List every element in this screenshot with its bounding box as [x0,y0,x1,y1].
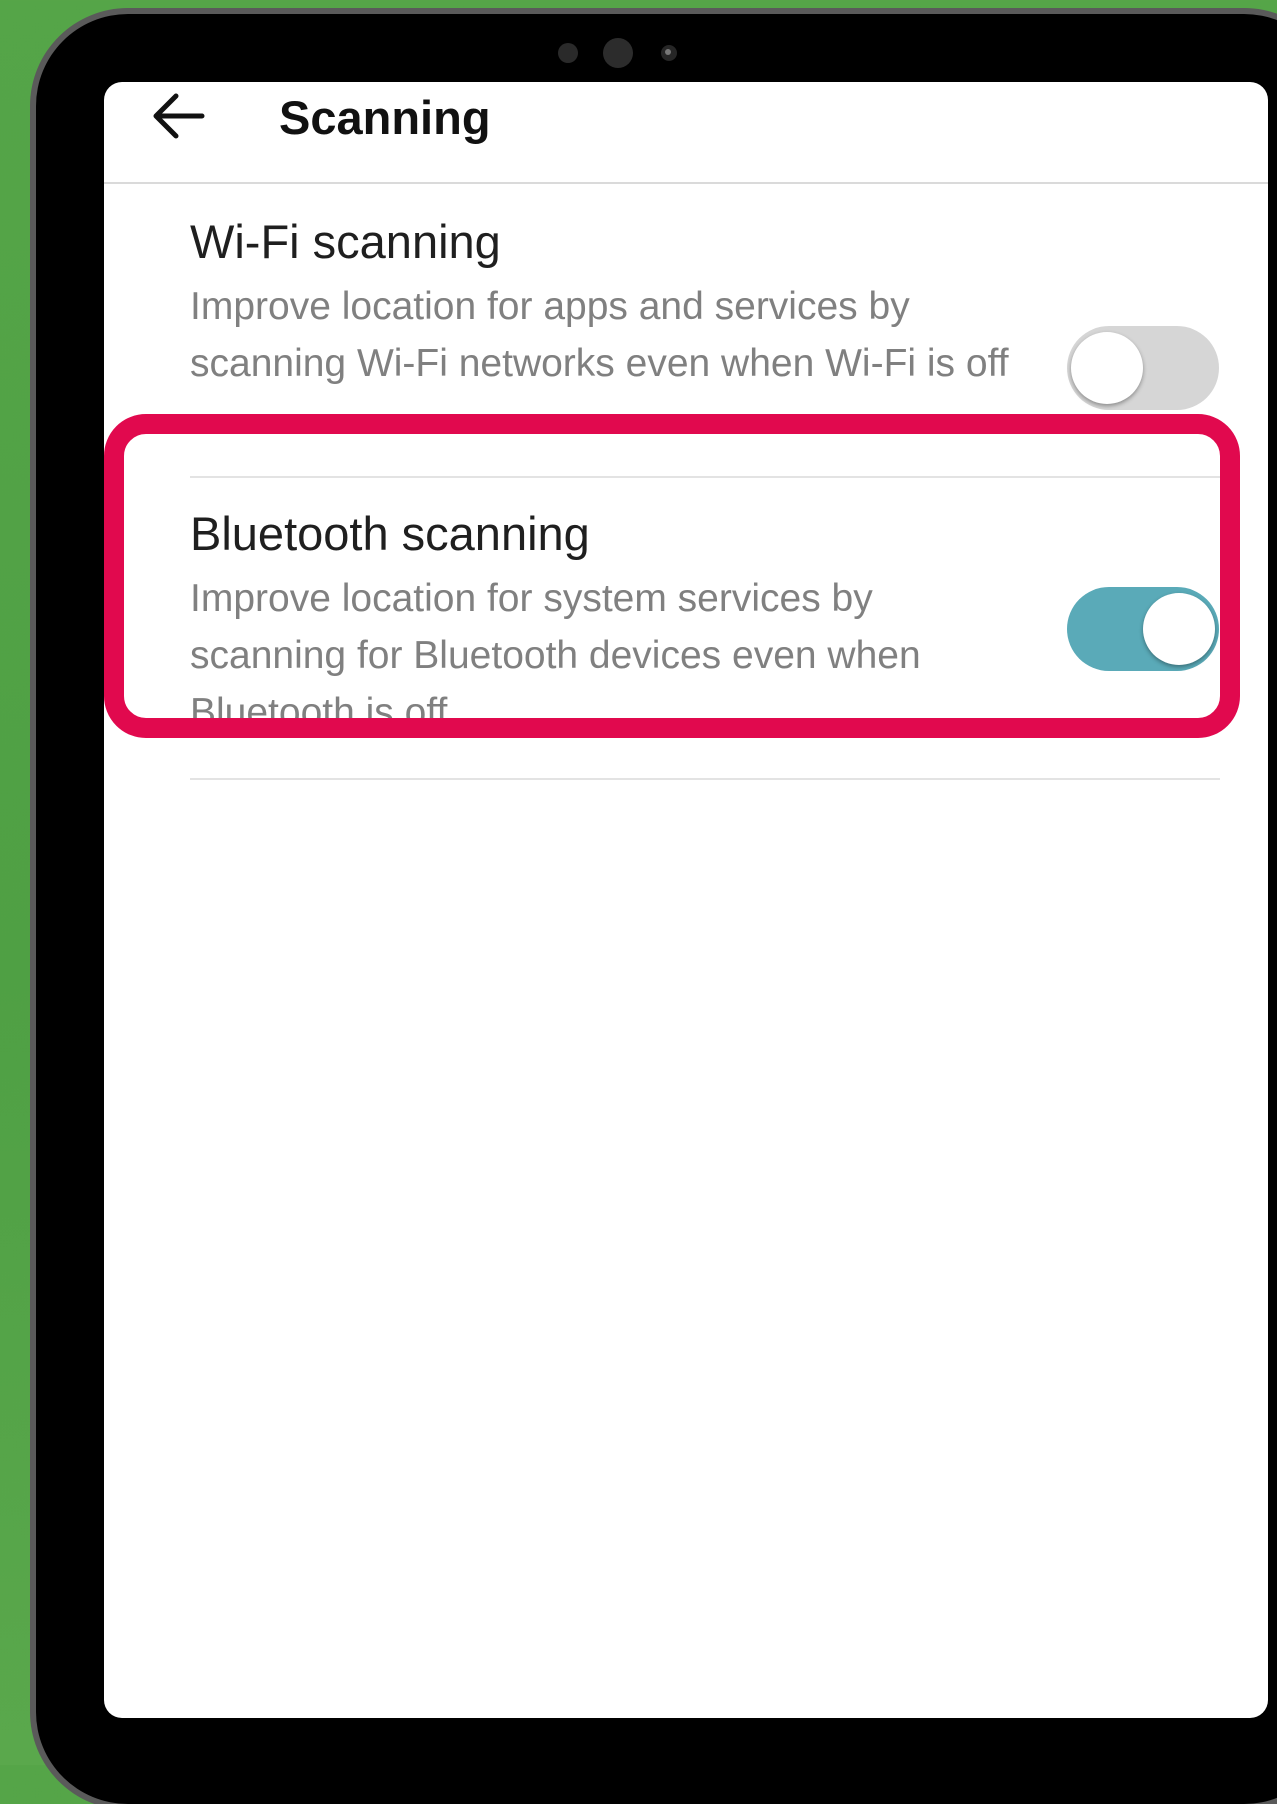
screen: Scanning Wi-Fi scanning Improve location… [104,82,1268,1718]
setting-title: Bluetooth scanning [190,507,590,560]
setting-description: Improve location for system services by … [190,577,921,734]
app-bar: Scanning [104,82,1268,184]
toggle-knob [1071,332,1143,404]
setting-description: Improve location for apps and services b… [190,285,1009,385]
tablet-frame: Scanning Wi-Fi scanning Improve location… [36,14,1277,1804]
divider [190,476,1220,478]
sensor-dot [558,43,578,63]
page-title: Scanning [279,91,491,144]
arrow-left-icon[interactable] [148,90,208,142]
bluetooth-scanning-toggle[interactable] [1067,587,1219,671]
wifi-scanning-toggle[interactable] [1067,326,1219,410]
front-camera [603,38,633,68]
toggle-knob [1143,593,1215,665]
divider [190,778,1220,780]
camera-lens [661,45,677,61]
setting-title: Wi-Fi scanning [190,215,501,268]
setting-wifi-scanning[interactable]: Wi-Fi scanning Improve location for apps… [104,212,1268,442]
